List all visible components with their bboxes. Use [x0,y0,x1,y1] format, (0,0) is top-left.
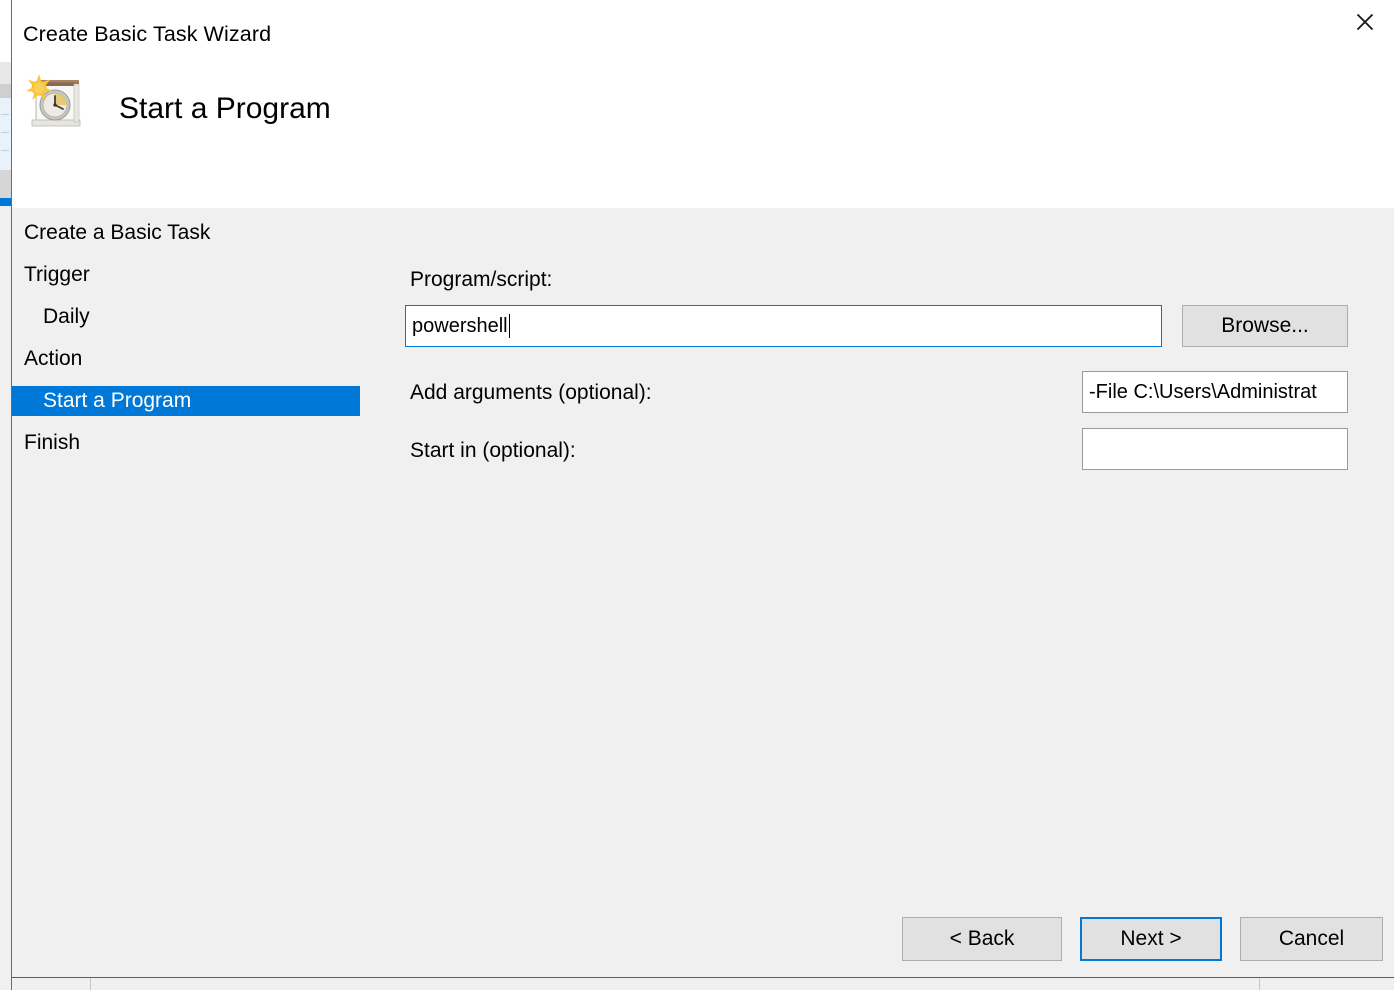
sidebar-item-daily[interactable]: Daily [12,302,90,332]
status-bar-divider [90,978,91,990]
status-bar-divider [1259,978,1260,990]
add-arguments-value: -File C:\Users\Administrat [1089,380,1317,403]
sidebar-item-start-a-program[interactable]: Start a Program [12,386,360,416]
sidebar-item-trigger[interactable]: Trigger [12,260,90,290]
close-button[interactable] [1336,0,1394,44]
browse-button-label: Browse... [1221,314,1309,337]
browse-button[interactable]: Browse... [1182,305,1348,347]
background-window-toolbar [0,62,11,84]
back-button-label: < Back [949,927,1015,950]
text-caret [508,314,510,338]
task-scheduler-calendar-clock-icon [22,72,90,134]
start-in-label: Start in (optional): [410,439,576,462]
background-window-sliver [0,0,11,990]
background-window-list-rows [0,98,11,170]
background-window-pane [0,170,11,200]
program-script-label: Program/script: [410,268,553,291]
wizard-step-list: Create a Basic Task Trigger Daily Action… [12,208,412,978]
cancel-button[interactable]: Cancel [1240,917,1383,961]
next-button[interactable]: Next > [1080,917,1222,961]
background-window-body [0,206,11,990]
program-script-input[interactable]: powershell [405,305,1162,347]
dialog-header: Start a Program [12,62,1394,208]
background-window-list-header [0,84,11,98]
add-arguments-label: Add arguments (optional): [410,381,652,404]
create-basic-task-wizard-dialog: Create Basic Task Wizard Start a Program… [11,0,1394,990]
background-window-selection [0,198,11,206]
sidebar-item-finish[interactable]: Finish [12,428,80,458]
window-title: Create Basic Task Wizard [23,22,272,46]
background-window-titlebar [0,0,11,62]
program-script-value: powershell [412,314,508,337]
close-icon [1354,11,1376,33]
back-button[interactable]: < Back [902,917,1062,961]
page-title: Start a Program [119,92,331,125]
add-arguments-input[interactable]: -File C:\Users\Administrat [1082,371,1348,413]
cancel-button-label: Cancel [1278,927,1345,950]
status-bar [12,978,1394,990]
sidebar-item-action[interactable]: Action [12,344,82,374]
dialog-titlebar: Create Basic Task Wizard [12,0,1394,62]
start-in-input[interactable] [1082,428,1348,470]
next-button-label: Next > [1120,927,1182,950]
sidebar-item-create-a-basic-task[interactable]: Create a Basic Task [12,218,210,248]
dialog-body: Create a Basic Task Trigger Daily Action… [12,208,1394,978]
